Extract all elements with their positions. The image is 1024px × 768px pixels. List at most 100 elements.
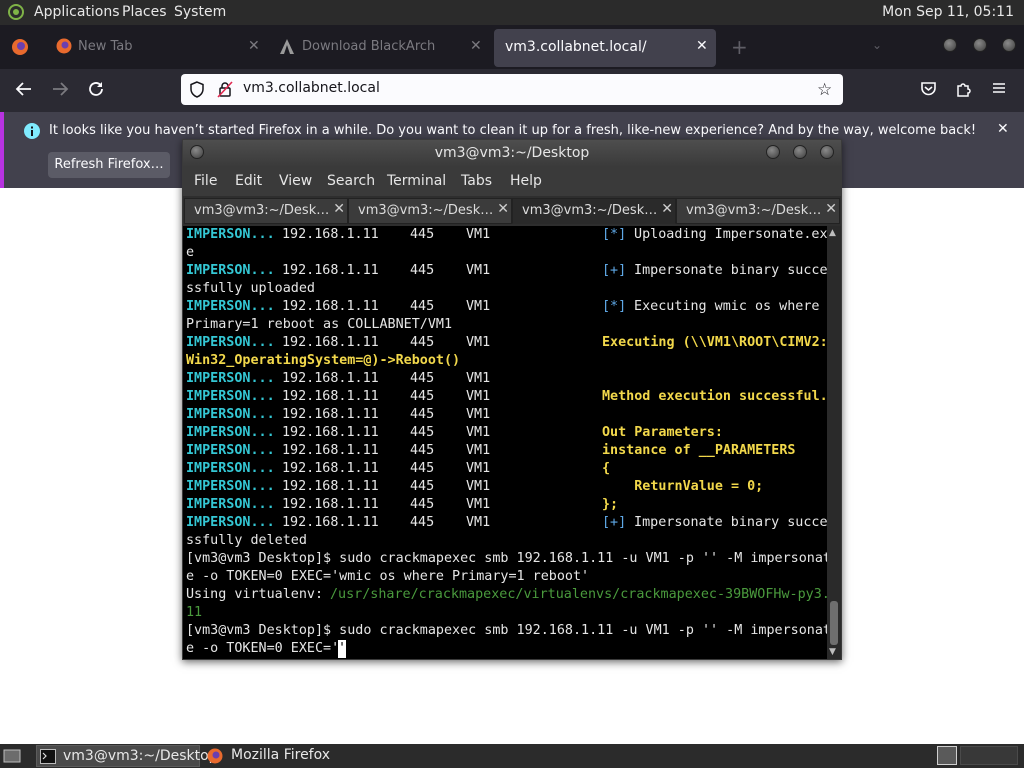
scrollbar-thumb[interactable] [830,601,838,645]
terminal-line: IMPERSON... 192.168.1.11 445 VM1 Method exec… [186,388,827,406]
clock[interactable]: Mon Sep 11, 05:11 [882,4,1014,20]
close-icon[interactable]: ✕ [825,201,837,217]
close-icon[interactable]: ✕ [696,38,708,54]
close-icon[interactable]: ✕ [661,201,673,217]
places-menu[interactable]: Places [122,4,167,20]
target-host: VM1 [466,515,491,530]
terminal-tab-active[interactable]: vm3@vm3:~/Desk… ✕ [512,198,676,224]
shield-icon[interactable] [189,81,205,98]
scroll-up-arrow-icon[interactable]: ▲ [829,228,836,238]
virtualenv-path: 11 [186,605,203,620]
taskbar-item-firefox[interactable]: Mozilla Firefox [204,745,354,767]
target-ip: 192.168.1.11 [282,227,379,242]
distro-logo-icon[interactable] [7,4,25,20]
terminal-line: Primary=1 reboot as COLLABNET/VM1 [186,316,826,334]
wmi-output: Win32_OperatingSystem=@)->Reboot() [186,353,461,368]
reload-icon[interactable] [87,80,105,98]
tab-vm3-collabnet[interactable]: vm3.collabnet.local/ ✕ [494,29,716,67]
show-desktop-icon[interactable] [3,748,21,764]
target-port: 445 [410,515,435,530]
target-ip: 192.168.1.11 [282,479,379,494]
terminal-output[interactable]: IMPERSON... 192.168.1.11 445 VM1 [*] Uploadi… [183,226,827,659]
tab-list-chevron-down-icon[interactable]: ⌄ [872,38,882,52]
applications-menu[interactable]: Applications [34,4,120,20]
target-ip: 192.168.1.11 [282,443,379,458]
target-ip: 192.168.1.11 [282,335,379,350]
scroll-down-arrow-icon[interactable]: ▼ [829,647,836,657]
close-icon[interactable]: ✕ [997,121,1009,137]
target-host: VM1 [466,461,491,476]
close-icon[interactable]: ✕ [333,201,345,217]
close-icon[interactable]: ✕ [248,38,260,54]
refresh-firefox-button[interactable]: Refresh Firefox… [48,152,170,178]
wmi-output: { [602,461,611,476]
address-bar[interactable]: vm3.collabnet.local ☆ [181,74,843,105]
terminal-scrollbar[interactable]: ▲ ▼ [827,226,841,659]
terminal-line: e -o TOKEN=0 EXEC=' ' [186,640,826,658]
bookmark-star-icon[interactable]: ☆ [817,80,832,100]
workspace-switcher[interactable] [937,746,957,765]
status-marker: [+] [602,263,627,278]
target-host: VM1 [466,227,491,242]
terminal-line: IMPERSON... 192.168.1.11 445 VM1 [+] Imperso… [186,514,827,532]
target-port: 445 [410,497,435,512]
target-port: 445 [410,443,435,458]
url-text[interactable]: vm3.collabnet.local [243,80,380,96]
target-host: VM1 [466,299,491,314]
tab-new-tab[interactable]: New Tab ✕ [50,25,270,69]
menu-view[interactable]: View [279,173,312,189]
target-ip: 192.168.1.11 [282,263,379,278]
wmi-output: Method execution successful. [602,389,827,404]
module-name: IMPERSON... [186,407,275,422]
new-tab-plus-icon[interactable]: + [731,35,748,59]
terminal-tab[interactable]: vm3@vm3:~/Desk… ✕ [676,198,840,224]
terminal-menubar: File Edit View Search Terminal Tabs Help [183,167,841,196]
module-name: IMPERSON... [186,479,275,494]
close-window-button[interactable] [1002,38,1016,52]
module-name: IMPERSON... [186,263,275,278]
menu-search[interactable]: Search [327,173,375,189]
maximize-window-button[interactable] [793,145,807,159]
menu-help[interactable]: Help [510,173,542,189]
terminal-titlebar[interactable]: vm3@vm3:~/Desktop [183,140,841,167]
terminal-tab[interactable]: vm3@vm3:~/Desk… ✕ [184,198,348,224]
terminal-tab-label: vm3@vm3:~/Desk… [194,203,330,218]
menu-edit[interactable]: Edit [235,173,262,189]
minimize-window-button[interactable] [766,145,780,159]
target-ip: 192.168.1.11 [282,299,379,314]
terminal-tab[interactable]: vm3@vm3:~/Desk… ✕ [348,198,512,224]
module-name: IMPERSON... [186,227,275,242]
forward-arrow-icon[interactable] [51,80,69,98]
menu-terminal[interactable]: Terminal [387,173,446,189]
target-ip: 192.168.1.11 [282,407,379,422]
target-host: VM1 [466,389,491,404]
virtualenv-path: /usr/share/crackmapexec/virtualenvs/crac… [330,587,827,602]
target-port: 445 [410,299,435,314]
close-window-button[interactable] [820,145,834,159]
firefox-view-icon[interactable] [11,38,29,56]
terminal-line: IMPERSON... 192.168.1.11 445 VM1 Executing (… [186,334,827,352]
blackarch-icon [280,39,294,54]
menu-hamburger-icon[interactable] [991,80,1007,96]
close-icon[interactable]: ✕ [497,201,509,217]
system-menu[interactable]: System [174,4,226,20]
extensions-puzzle-icon[interactable] [955,80,973,98]
workspace-switcher-empty[interactable] [960,746,1018,765]
tab-title: Download BlackArch [302,39,436,54]
taskbar-item-terminal[interactable]: vm3@vm3:~/Desktop [36,745,218,767]
terminal-line: [vm3@vm3 Desktop]$ sudo crackmapexec smb… [186,622,827,640]
insecure-lock-icon[interactable] [217,81,233,98]
close-icon[interactable]: ✕ [470,38,482,54]
module-name: IMPERSON... [186,335,275,350]
taskbar-item-label: Mozilla Firefox [231,747,331,763]
terminal-line: IMPERSON... 192.168.1.11 445 VM1 [*] Executi… [186,298,826,316]
maximize-window-button[interactable] [973,38,987,52]
target-ip: 192.168.1.11 [282,371,379,386]
tab-title: vm3.collabnet.local/ [505,39,647,55]
tab-download-blackarch[interactable]: Download BlackArch ✕ [272,25,492,69]
pocket-icon[interactable] [920,80,937,97]
minimize-window-button[interactable] [943,38,957,52]
menu-tabs[interactable]: Tabs [461,173,492,189]
back-arrow-icon[interactable] [15,80,33,98]
menu-file[interactable]: File [194,173,217,189]
